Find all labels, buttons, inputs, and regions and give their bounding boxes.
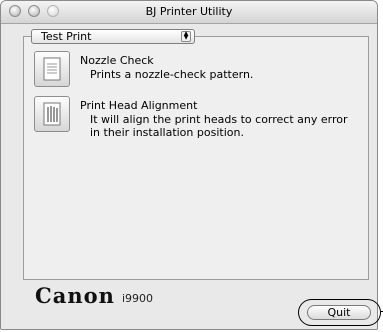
popup-arrows-icon: ▲ ▼ [181, 31, 191, 42]
canon-logo: Canon [35, 283, 115, 308]
print-head-alignment-icon[interactable] [34, 96, 70, 132]
print-head-alignment-description-line2: in their installation position. [90, 126, 244, 139]
title-bar: BJ Printer Utility [1, 1, 377, 24]
printer-model: i9900 [122, 292, 154, 305]
print-head-alignment-description-line1: It will align the print heads to correct… [90, 113, 348, 126]
print-head-alignment-title: Print Head Alignment [80, 99, 198, 112]
nozzle-check-description: Prints a nozzle-check pattern. [90, 68, 254, 81]
function-popup-menu[interactable]: Test Print ▲ ▼ [31, 29, 195, 44]
popup-selected-value: Test Print [41, 30, 92, 43]
printer-utility-window: BJ Printer Utility Nozzle Check Prints a… [0, 0, 378, 330]
nozzle-check-title: Nozzle Check [80, 54, 154, 67]
window-title: BJ Printer Utility [145, 5, 233, 18]
nozzle-check-icon[interactable] [34, 51, 70, 87]
quit-button[interactable]: Quit [307, 305, 371, 320]
content-panel: Nozzle Check Prints a nozzle-check patte… [23, 36, 369, 280]
print-head-alignment-description: It will align the print heads to correct… [90, 113, 348, 139]
